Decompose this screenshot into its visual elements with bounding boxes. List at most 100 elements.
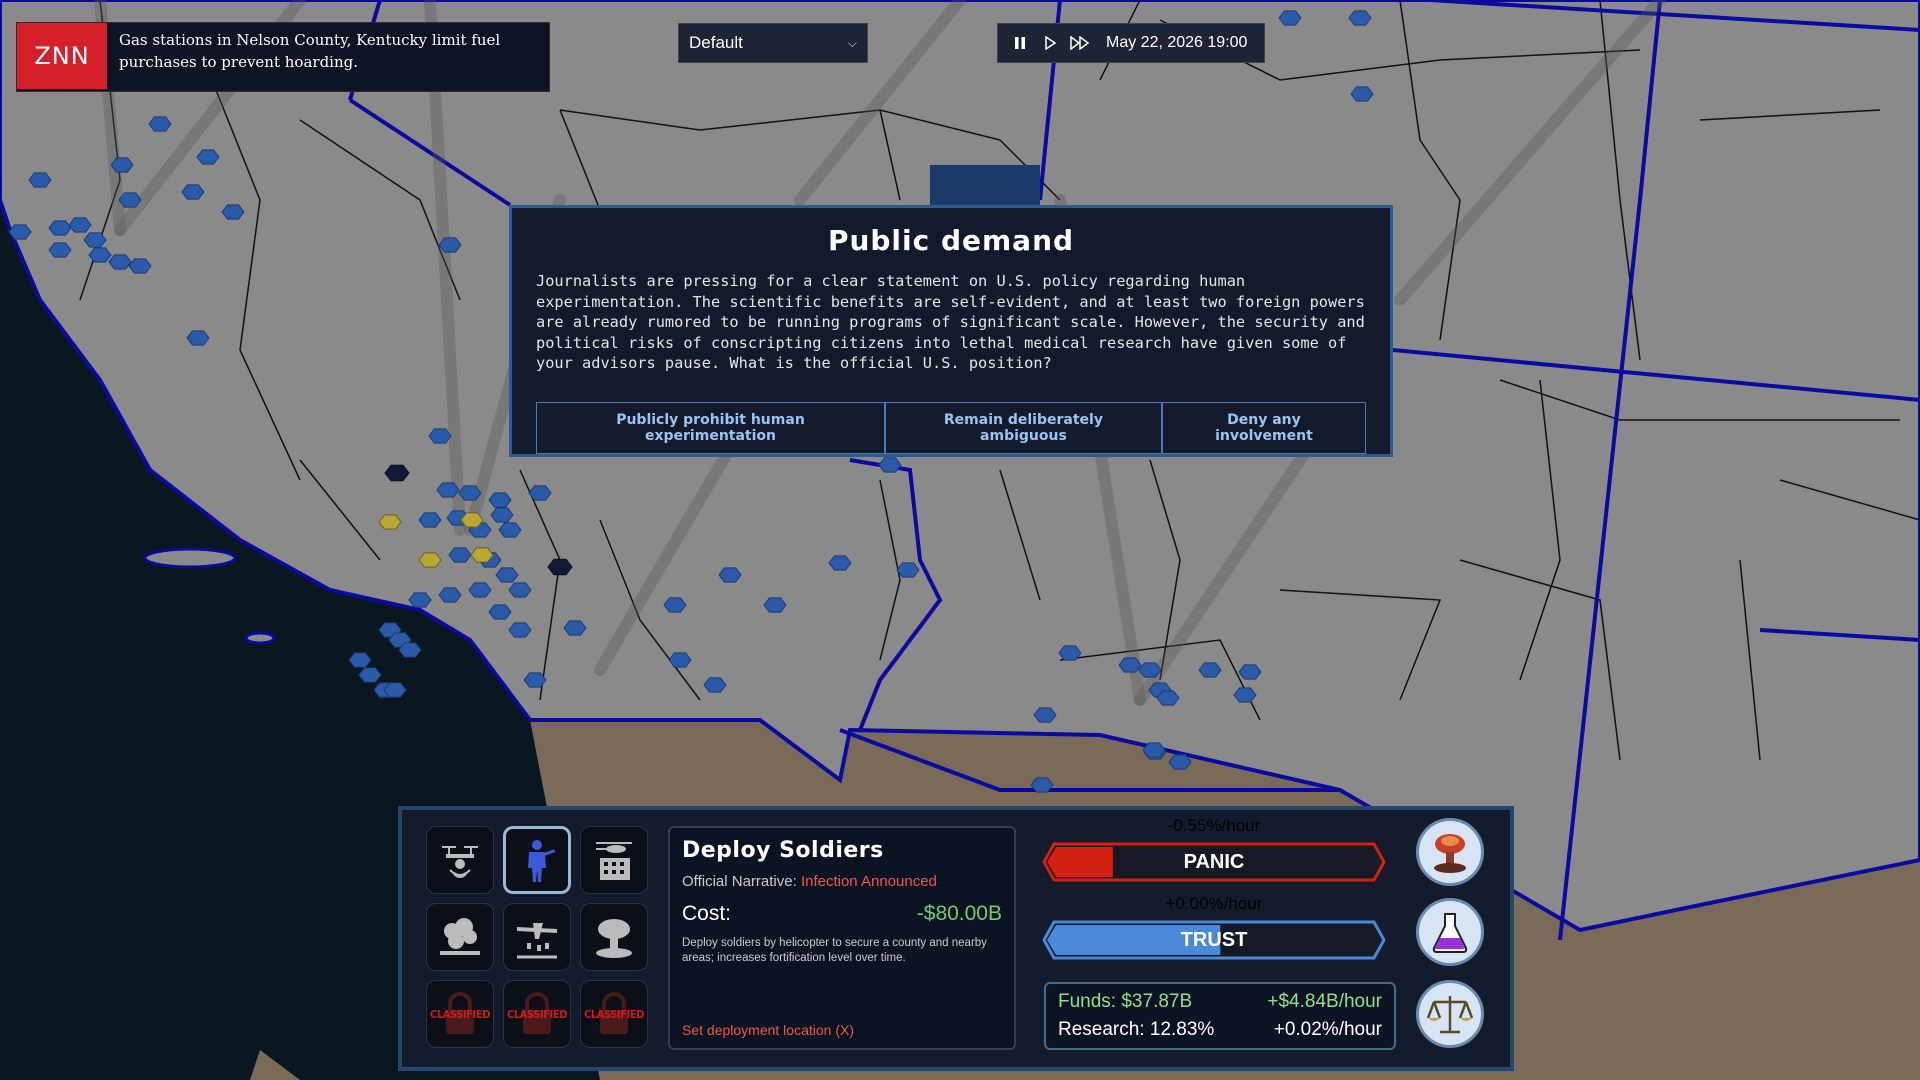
outbreak-hex [408,592,432,608]
funds-rate: +$4.84B/hour [1267,991,1382,1012]
explosion-icon [440,918,480,955]
outbreak-hex [448,547,472,563]
outbreak-hex [1033,707,1057,723]
action-title: Deploy Soldiers [682,838,884,863]
choice-deny-button[interactable]: Deny any involvement [1161,401,1366,454]
fortified-hex [547,558,573,576]
outbreak-hex [896,562,920,578]
panic-menu-button[interactable] [1416,818,1484,886]
panic-rate: -0.55%/hour [1167,816,1261,835]
research-value: Research: 12.83% [1058,1019,1215,1040]
outbreak-hex [358,667,382,683]
scales-icon [1426,996,1474,1034]
outbreak-hex [348,652,372,668]
drone-icon [442,846,478,878]
tool-locked-3: CLASSIFIED [580,980,648,1048]
infection-hex [460,512,484,528]
news-logo: ZNN [17,23,107,89]
chevron-down-icon: ⌵ [847,35,857,50]
scenario-select[interactable]: Default ⌵ [678,23,868,63]
helicopter-building-icon [596,842,632,880]
outbreak-hex [110,157,134,173]
outbreak-hex [48,242,72,258]
outbreak-hex [668,652,692,668]
outbreak-hex [663,597,687,613]
deployment-instruction: Set deployment location (X) [682,1022,854,1038]
bomber-icon [517,923,557,959]
pause-button[interactable] [1008,31,1032,55]
tool-drone-button[interactable] [426,826,494,894]
tool-fortify-button[interactable] [580,826,648,894]
outbreak-hex [28,172,52,188]
outbreak-hex [878,457,902,473]
outbreak-hex [763,597,787,613]
outbreak-hex [1350,86,1374,102]
outbreak-hex [1138,662,1162,678]
scenario-selected: Default [689,33,743,52]
choice-ambiguous-button[interactable]: Remain deliberately ambiguous [884,401,1162,454]
event-title: Public demand [827,224,1075,257]
tool-airstrike-button[interactable] [503,903,571,971]
outbreak-hex [436,482,460,498]
outbreak-hex [438,237,462,253]
outbreak-hex [1142,742,1166,758]
fast-forward-icon [1070,36,1090,50]
classified-label: CLASSIFIED [506,1007,568,1021]
tool-locked-2: CLASSIFIED [503,980,571,1048]
policy-menu-button[interactable] [1416,980,1484,1048]
tool-locked-1: CLASSIFIED [426,980,494,1048]
news-headline: Gas stations in Nelson County, Kentucky … [119,31,501,71]
economy-panel: Funds: $37.87B +$4.84B/hour Research: 12… [1044,982,1396,1050]
choice-prohibit-button[interactable]: Publicly prohibit human experimentation [536,401,885,454]
outbreak-hex [383,682,407,698]
outbreak-hex [1238,664,1262,680]
outbreak-hex [498,522,522,538]
outbreak-hex [221,204,245,220]
research-menu-button[interactable] [1416,898,1484,966]
outbreak-hex [828,555,852,571]
outbreak-hex [490,507,514,523]
research-rate: +0.02%/hour [1273,1019,1382,1040]
mushroom-cloud-icon [1434,834,1466,873]
classified-label: CLASSIFIED [429,1007,491,1021]
outbreak-hex [495,567,519,583]
fast-forward-button[interactable] [1068,31,1092,55]
outbreak-hex [418,512,442,528]
trust-label: TRUST [1180,928,1248,951]
action-description: Deploy soldiers by helicopter to secure … [682,937,987,964]
outbreak-hex [508,582,532,598]
outbreak-hex [48,220,72,236]
infection-hex [418,552,442,568]
play-button[interactable] [1038,31,1062,55]
cost-value: -$80.00B [916,902,1002,925]
outbreak-hex [1030,777,1054,793]
infection-hex [378,514,402,530]
island [143,547,237,569]
action-details: Deploy Soldiers Official Narrative: Infe… [668,826,1016,1050]
mushroom-cloud-icon [596,919,632,958]
event-body: Journalists are pressing for a clear sta… [536,272,1365,372]
outbreak-hex [118,192,142,208]
quarantined-county [930,165,1040,207]
flask-icon [1432,913,1468,953]
game-datetime: May 22, 2026 19:00 [1106,34,1248,51]
funds-value: Funds: $37.87B [1058,991,1193,1012]
tool-explosion-button[interactable] [426,903,494,971]
outbreak-hex [186,330,210,346]
outbreak-hex [68,217,92,233]
outbreak-hex [563,620,587,636]
infection-hex [470,547,494,563]
outbreak-hex [488,492,512,508]
outbreak-hex [128,258,152,274]
outbreak-hex [1058,645,1082,661]
outbreak-hex [83,232,107,248]
action-cost: Cost: -$80.00B [682,902,1002,926]
tool-soldiers-button[interactable] [503,826,571,894]
outbreak-hex [1278,10,1302,26]
island [244,631,276,645]
classified-label: CLASSIFIED [583,1007,645,1021]
outbreak-hex [148,116,172,132]
fortified-hex [384,464,410,482]
official-narrative: Official Narrative: Infection Announced [682,873,1002,890]
tool-nuke-button[interactable] [580,903,648,971]
